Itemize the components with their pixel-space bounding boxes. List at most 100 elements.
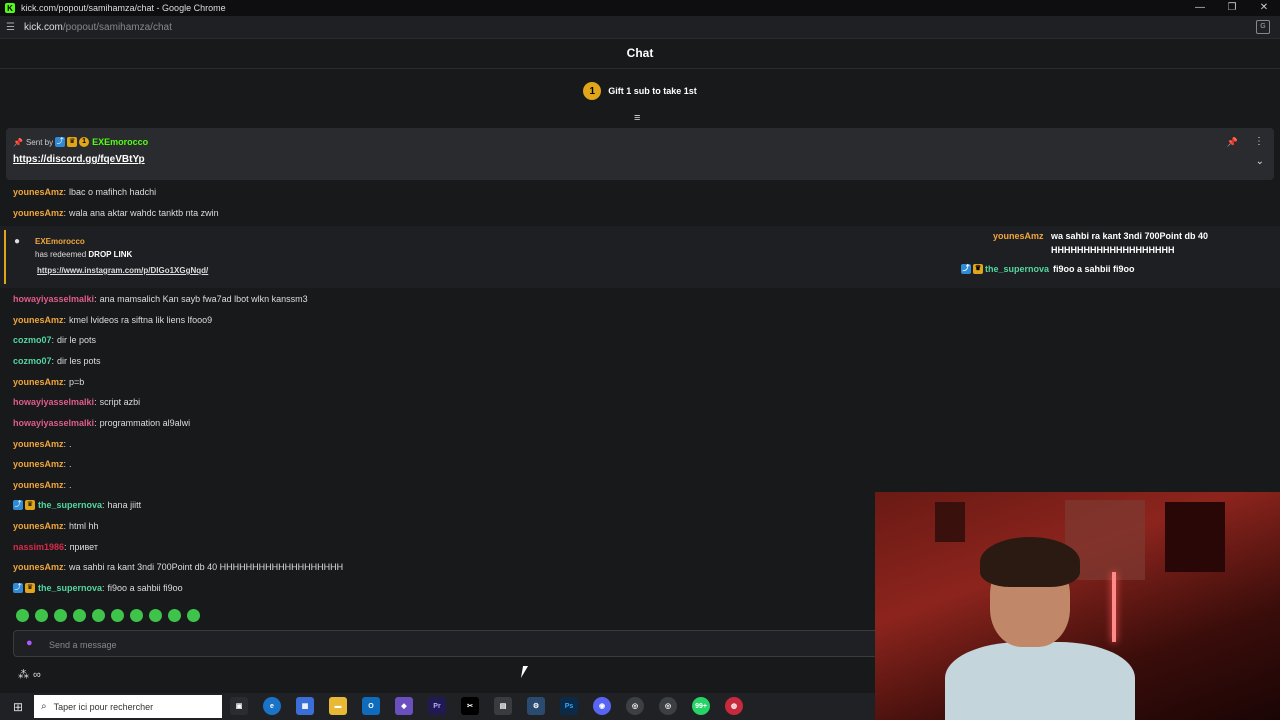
chat-message-input[interactable] bbox=[47, 636, 851, 653]
restore-button[interactable]: ❐ bbox=[1216, 0, 1248, 16]
redemption-link[interactable]: https://www.instagram.com/p/DIGo1XGgNqd/ bbox=[37, 266, 208, 275]
message-text: script azbi bbox=[99, 397, 141, 407]
close-button[interactable]: ✕ bbox=[1248, 0, 1280, 16]
message-username[interactable]: the_supernova bbox=[38, 500, 102, 510]
message-username[interactable]: cozmo07 bbox=[13, 335, 52, 345]
message-username[interactable]: younesAmz bbox=[13, 459, 64, 469]
message-username[interactable]: younesAmz bbox=[13, 439, 64, 449]
message-text: dir le pots bbox=[57, 335, 97, 345]
emote-icon[interactable] bbox=[54, 609, 67, 622]
chat-message: howayiyasselmalki: ana mamsalich Kan sayb… bbox=[13, 294, 308, 304]
emote-icon[interactable] bbox=[149, 609, 162, 622]
minimize-button[interactable]: — bbox=[1184, 0, 1216, 16]
message-text: p=b bbox=[69, 377, 85, 387]
message-username[interactable]: howayiyasselmalki bbox=[13, 397, 94, 407]
taskbar-search-placeholder: Taper ici pour rechercher bbox=[53, 701, 154, 712]
pinned-username[interactable]: EXEmorocco bbox=[92, 137, 148, 147]
redemption-reward: DROP LINK bbox=[88, 250, 133, 259]
chevron-down-icon[interactable]: ⌄ bbox=[1256, 156, 1264, 167]
overlay-text: wa sahbi ra kant 3ndi 700Point db 40 bbox=[1051, 231, 1209, 241]
outlook-icon[interactable]: O bbox=[362, 697, 380, 715]
wall-frame bbox=[1165, 502, 1225, 572]
store-icon[interactable]: ▦ bbox=[296, 697, 314, 715]
chrome-icon[interactable]: ◎ bbox=[659, 697, 677, 715]
message-text: programmation al9alwi bbox=[99, 418, 191, 428]
overlay-text: fi9oo a sahbii fi9oo bbox=[1053, 264, 1135, 274]
emote-icon[interactable] bbox=[92, 609, 105, 622]
window-titlebar: K kick.com/popout/samihamza/chat - Googl… bbox=[0, 0, 1280, 16]
chat-message: howayiyasselmalki: programmation al9alwi bbox=[13, 418, 191, 428]
chat-message: ⤴ ♛ the_supernova: fi9oo a sahbii fi9oo bbox=[13, 583, 183, 593]
chat-input-box[interactable]: ● bbox=[13, 630, 888, 657]
message-username[interactable]: younesAmz bbox=[13, 208, 64, 218]
channel-points[interactable]: ⁂ ∞ bbox=[18, 668, 41, 682]
message-username[interactable]: howayiyasselmalki bbox=[13, 294, 94, 304]
crown-badge-icon: ♛ bbox=[25, 500, 35, 510]
address-bar[interactable]: ☰ kick.com/popout/samihamza/chat G bbox=[0, 16, 1280, 39]
translate-icon[interactable]: G bbox=[1256, 20, 1270, 34]
windows-start-icon[interactable]: ⊞ bbox=[10, 700, 26, 714]
capcut-icon[interactable]: ✂ bbox=[461, 697, 479, 715]
edge-icon[interactable]: e bbox=[263, 697, 281, 715]
app-icon[interactable]: ◍ bbox=[725, 697, 743, 715]
verified-badge-icon: ⤴ bbox=[55, 137, 66, 147]
chat-message: younesAmz: p=b bbox=[13, 377, 85, 387]
chat-message: cozmo07: dir les pots bbox=[13, 356, 101, 366]
kick-logo-icon: K bbox=[5, 3, 15, 13]
discord-icon[interactable]: ◉ bbox=[593, 697, 611, 715]
crown-badge-icon: ♛ bbox=[67, 137, 78, 147]
chat-message: younesAmz: wa sahbi ra kant 3ndi 700Point… bbox=[13, 562, 344, 572]
message-text: wa sahbi ra kant 3ndi 700Point db 40 HHH… bbox=[69, 562, 344, 572]
neon-light bbox=[1112, 572, 1116, 642]
photos-icon[interactable]: ◆ bbox=[395, 697, 413, 715]
message-username[interactable]: nassim1986 bbox=[13, 542, 64, 552]
emote-icon[interactable] bbox=[168, 609, 181, 622]
chat-message: younesAmz:. bbox=[13, 459, 72, 469]
pinned-link[interactable]: https://discord.gg/fqeVBtYp bbox=[13, 154, 145, 165]
app-icon[interactable]: ▤ bbox=[494, 697, 512, 715]
file-explorer-icon[interactable]: ▬ bbox=[329, 697, 347, 715]
emote-icon[interactable] bbox=[130, 609, 143, 622]
task-view-icon[interactable]: ▣ bbox=[230, 697, 248, 715]
emote-icon[interactable] bbox=[187, 609, 200, 622]
whatsapp-icon[interactable]: 99+ bbox=[692, 697, 710, 715]
message-username[interactable]: howayiyasselmalki bbox=[13, 418, 94, 428]
crown-badge-icon: ♛ bbox=[25, 583, 35, 593]
message-username[interactable]: younesAmz bbox=[13, 377, 64, 387]
message-text: lbac o mafihch hadchi bbox=[69, 187, 157, 197]
emote-icon[interactable] bbox=[16, 609, 29, 622]
wall-frame bbox=[935, 502, 965, 542]
taskbar-search[interactable]: ⌕ Taper ici pour rechercher bbox=[34, 695, 222, 718]
unpin-icon[interactable]: 📌 bbox=[1227, 137, 1238, 148]
verified-badge-icon: ⤴ bbox=[961, 264, 971, 274]
message-username[interactable]: younesAmz bbox=[13, 521, 64, 531]
message-text: html hh bbox=[69, 521, 99, 531]
premiere-icon[interactable]: Pr bbox=[428, 697, 446, 715]
site-settings-icon[interactable]: ☰ bbox=[6, 22, 20, 33]
redemption-username[interactable]: EXEmorocco bbox=[35, 237, 85, 246]
microphone-icon[interactable]: ● bbox=[26, 637, 33, 649]
app-icon[interactable]: ⚙ bbox=[527, 697, 545, 715]
emote-icon[interactable] bbox=[111, 609, 124, 622]
message-text: . bbox=[69, 439, 72, 449]
chrome-icon[interactable]: ◎ bbox=[626, 697, 644, 715]
message-username[interactable]: younesAmz bbox=[13, 480, 64, 490]
redemption-accent-bar bbox=[4, 230, 6, 284]
collapse-icon[interactable]: ≡ bbox=[634, 112, 640, 124]
url-domain: kick.com bbox=[24, 21, 63, 33]
message-username[interactable]: cozmo07 bbox=[13, 356, 52, 366]
pin-icon: 📌 bbox=[13, 137, 23, 147]
message-username[interactable]: younesAmz bbox=[13, 562, 64, 572]
gift-sub-banner[interactable]: 1 Gift 1 sub to take 1st bbox=[0, 80, 1280, 102]
message-text: fi9oo a sahbii fi9oo bbox=[107, 583, 183, 593]
message-username[interactable]: younesAmz bbox=[13, 187, 64, 197]
emote-icon[interactable] bbox=[73, 609, 86, 622]
url-path: /popout/samihamza/chat bbox=[62, 21, 172, 33]
emote-icon[interactable] bbox=[35, 609, 48, 622]
crown-badge-icon: ♛ bbox=[973, 264, 983, 274]
message-username[interactable]: the_supernova bbox=[38, 583, 102, 593]
more-options-icon[interactable]: ⋮ bbox=[1254, 136, 1264, 147]
message-username[interactable]: younesAmz bbox=[13, 315, 64, 325]
photoshop-icon[interactable]: Ps bbox=[560, 697, 578, 715]
chat-header: Chat bbox=[0, 38, 1280, 69]
